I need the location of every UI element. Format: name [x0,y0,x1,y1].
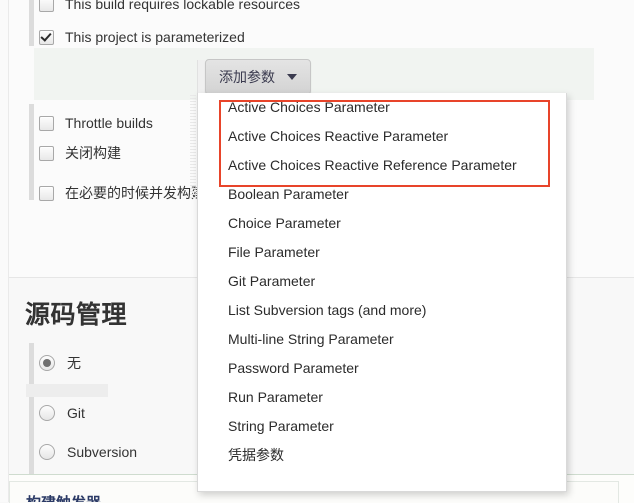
checkbox-label-concurrent-build: 在必要的时候并发构建 [65,185,205,201]
group-indicator-bar-top [29,0,34,46]
checkbox-throttle-builds[interactable] [39,115,54,131]
checkbox-concurrent-build[interactable] [39,185,54,201]
radio-row-none[interactable]: 无 [39,353,81,373]
radio-row-subversion[interactable]: Subversion [39,442,137,462]
radio-label-none: 无 [67,355,81,371]
checkbox-row-disable-build[interactable]: 关闭构建 [39,143,121,163]
checkbox-label-disable-build: 关闭构建 [65,145,121,161]
scm-section-title: 源码管理 [25,301,128,329]
add-parameter-button[interactable]: 添加参数 [205,59,311,95]
parameter-type-item[interactable]: File Parameter [198,238,566,267]
checkbox-label-throttle-builds: Throttle builds [65,115,153,131]
parameter-type-item[interactable]: Active Choices Parameter [198,93,566,122]
scm-none-subsection-band [26,384,108,397]
checkbox-disable-build[interactable] [39,145,54,161]
radio-subversion[interactable] [39,444,55,460]
checkbox-label-lockable-resources: This build requires lockable resources [65,0,300,12]
parameter-type-item[interactable]: Git Parameter [198,267,566,296]
parameter-type-item[interactable]: Password Parameter [198,354,566,383]
checkbox-row-parameterized[interactable]: This project is parameterized [39,27,245,47]
parameter-type-item[interactable]: Boolean Parameter [198,180,566,209]
parameter-type-item[interactable]: Active Choices Reactive Reference Parame… [198,151,566,180]
parameter-type-dropdown[interactable]: Active Choices Parameter Active Choices R… [197,93,567,492]
left-rail [0,0,9,502]
radio-row-git[interactable]: Git [39,403,85,423]
parameter-type-item[interactable]: 凭据参数 [198,441,566,470]
scm-group-indicator-bar [29,343,34,488]
checkbox-row-concurrent-build[interactable]: 在必要的时候并发构建 [39,183,205,203]
parameter-type-item[interactable]: Choice Parameter [198,209,566,238]
parameter-type-item[interactable]: String Parameter [198,412,566,441]
parameter-type-item[interactable]: Active Choices Reactive Parameter [198,122,566,151]
button-left-tick-strip [197,60,205,93]
chevron-down-icon [287,74,297,80]
checkbox-row-lockable-resources[interactable]: This build requires lockable resources [39,0,300,14]
checkbox-parameterized[interactable] [39,29,54,45]
checkbox-lockable-resources[interactable] [39,0,54,12]
radio-label-subversion: Subversion [67,444,138,460]
radio-none[interactable] [39,355,55,371]
group-indicator-bar-middle [29,104,34,200]
checkbox-row-throttle-builds[interactable]: Throttle builds [39,113,153,133]
build-triggers-title: 构建触发器 [26,492,101,502]
radio-git[interactable] [39,405,55,421]
parameter-type-list: Active Choices Parameter Active Choices R… [198,93,566,470]
checkbox-label-parameterized: This project is parameterized [65,29,245,45]
add-parameter-button-label: 添加参数 [219,69,275,85]
jenkins-job-config-page: This build requires lockable resources T… [0,0,634,503]
radio-label-git: Git [67,405,85,421]
dropdown-left-rail [190,95,196,200]
parameter-type-item[interactable]: List Subversion tags (and more) [198,296,566,325]
parameter-type-item[interactable]: Multi-line String Parameter [198,325,566,354]
parameter-type-item[interactable]: Run Parameter [198,383,566,412]
